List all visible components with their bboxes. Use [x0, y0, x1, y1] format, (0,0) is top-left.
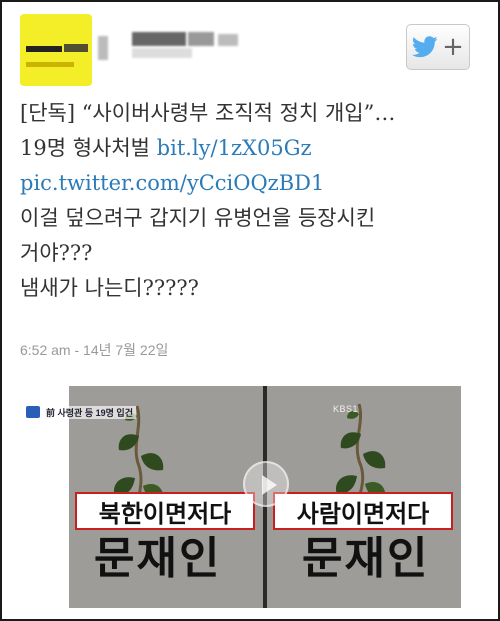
- plus-icon: +: [442, 32, 464, 62]
- avatar-mark: [64, 44, 88, 52]
- avatar[interactable]: [20, 14, 92, 86]
- channel-logo: KBS1: [333, 404, 359, 414]
- play-icon[interactable]: [243, 461, 289, 507]
- tweet-card: + [단독] “사이버사령부 조직적 정치 개입”… 19명 형사처벌 bit.…: [0, 0, 500, 621]
- user-name-blurred[interactable]: [98, 28, 248, 68]
- news-ticker: 前 사령관 등 19명 입건: [26, 405, 136, 419]
- tweet-text: [단독] “사이버사령부 조직적 정치 개입”… 19명 형사처벌 bit.ly…: [20, 96, 486, 306]
- broadcast-icon: [26, 406, 40, 418]
- tweet-line-text: 19명 형사처벌: [20, 136, 157, 160]
- twitter-bird-icon: [412, 36, 438, 58]
- tweet-line: 19명 형사처벌 bit.ly/1zX05Gz: [20, 131, 486, 166]
- tweet-line: pic.twitter.com/yCciOQzBD1: [20, 166, 486, 201]
- left-name: 문재인: [94, 533, 222, 584]
- tweet-line: [단독] “사이버사령부 조직적 정치 개입”…: [20, 101, 396, 125]
- tweet-line: 거야???: [20, 241, 93, 265]
- short-link[interactable]: bit.ly/1zX05Gz: [157, 136, 312, 160]
- avatar-mark: [26, 62, 74, 67]
- tweet-line: 냄새가 나는디?????: [20, 276, 199, 300]
- tweet-line: 이걸 덮으려구 갑지기 유병언을 등장시킨: [20, 206, 376, 230]
- ticker-text: 前 사령관 등 19명 입건: [43, 405, 136, 419]
- avatar-mark: [26, 46, 62, 52]
- pic-link[interactable]: pic.twitter.com/yCciOQzBD1: [20, 171, 324, 195]
- timestamp[interactable]: 6:52 am - 14년 7월 22일: [20, 340, 168, 360]
- right-name: 문재인: [302, 533, 430, 584]
- follow-button[interactable]: +: [406, 24, 470, 70]
